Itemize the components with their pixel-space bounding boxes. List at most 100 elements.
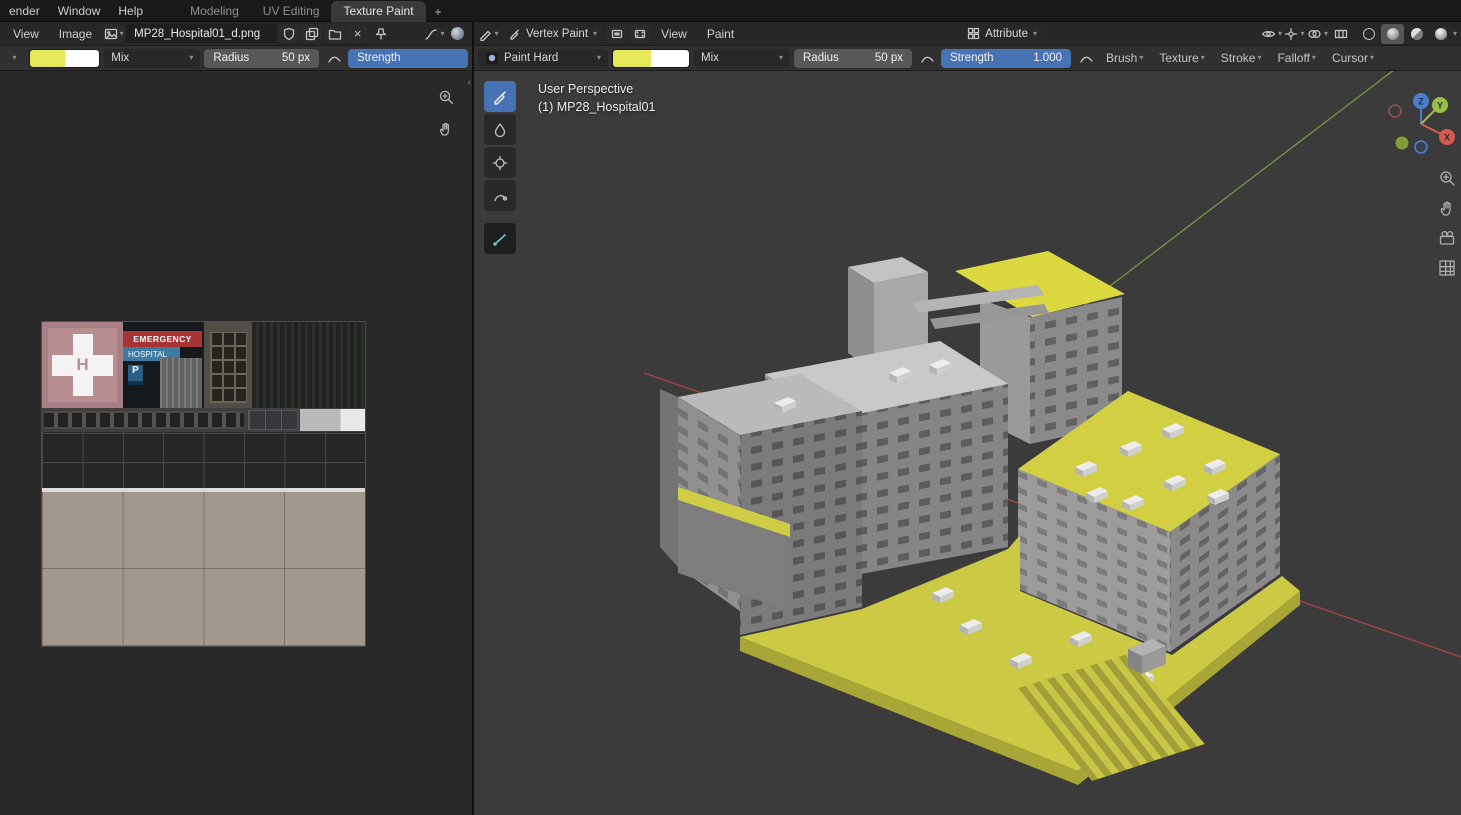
radius-slider[interactable]: Radius 50 px — [204, 49, 319, 68]
shading-solid-button[interactable] — [1381, 24, 1404, 44]
image-canvas[interactable]: H EMERGENCY HOSPITAL P — [0, 71, 472, 815]
secondary-color-swatch[interactable] — [65, 50, 100, 67]
vertex-paint-tool-settings: Paint Hard ▾ Mix▾ Radius 50 px Strength … — [474, 46, 1461, 71]
overlays-dropdown[interactable]: ▾ — [1307, 24, 1328, 43]
tab-modeling[interactable]: Modeling — [178, 1, 251, 22]
image-browse-dropdown[interactable]: ▾ — [103, 24, 124, 43]
image-editor-panel: View Image ▾ MP28_Hospital01_d.png × — [0, 22, 474, 815]
color-swatches[interactable] — [29, 49, 100, 68]
radius-pressure-toggle[interactable] — [323, 49, 344, 68]
visibility-dropdown[interactable]: ▾ — [1261, 24, 1282, 43]
gizmo-z-neg-axis[interactable] — [1415, 141, 1427, 153]
viewport-3d[interactable]: User Perspective (1) MP28_Hospital01 Z Y… — [474, 71, 1461, 815]
menu-help[interactable]: Help — [109, 0, 152, 22]
tool-draw-brush[interactable] — [484, 81, 516, 112]
falloff-curve-icon — [424, 27, 438, 41]
sphere-icon — [451, 27, 464, 40]
menu-paint[interactable]: Paint — [698, 23, 743, 45]
zoom-button[interactable] — [1436, 167, 1458, 189]
emergency-sign-tile: EMERGENCY HOSPITAL P — [123, 322, 202, 408]
ortho-grid-toggle[interactable] — [1436, 257, 1458, 279]
tab-uv-editing[interactable]: UV Editing — [251, 1, 332, 22]
pan-hand-button[interactable] — [1436, 197, 1458, 219]
gizmo-dropdown[interactable]: ▾ — [1284, 24, 1305, 43]
overlays-icon — [1307, 27, 1322, 41]
zoom-icon[interactable] — [436, 87, 456, 107]
primary-color-swatch[interactable] — [30, 50, 65, 67]
blend-mode-dropdown[interactable]: Mix ▾ — [104, 49, 200, 68]
nav-gizmo[interactable]: Z Y X — [1385, 88, 1457, 160]
radius-label: Radius — [213, 52, 249, 64]
popover-falloff[interactable]: Falloff▾ — [1271, 49, 1321, 68]
popover-brush-label: Brush — [1106, 51, 1137, 65]
pin-icon — [374, 27, 388, 41]
falloff-curve-dropdown[interactable]: ▾ — [424, 24, 445, 43]
menu-window[interactable]: Window — [49, 0, 110, 22]
pan-hand-icon[interactable] — [436, 119, 456, 139]
xray-toggle[interactable] — [1330, 24, 1351, 43]
radius-pressure-toggle-3d[interactable] — [916, 49, 937, 68]
gizmo-x-neg-axis[interactable] — [1389, 105, 1401, 117]
attribute-dropdown[interactable]: Attribute ▾ — [960, 24, 1044, 43]
add-workspace-button[interactable]: + — [426, 2, 451, 22]
camera-view-button[interactable] — [1436, 227, 1458, 249]
mode-dropdown[interactable]: Vertex Paint ▾ — [501, 24, 604, 43]
blend-mode-value: Mix — [111, 52, 129, 64]
paint-mask-toggle[interactable] — [606, 24, 627, 43]
brush-dropdown[interactable]: Paint Hard ▾ — [478, 49, 608, 68]
gizmo-y-neg-axis[interactable] — [1396, 137, 1409, 150]
radius-label: Radius — [803, 52, 839, 64]
panel-grid-tile — [42, 432, 365, 492]
radius-value: 50 px — [282, 52, 310, 64]
tool-blur[interactable] — [484, 114, 516, 145]
image-icon — [104, 27, 118, 41]
chevron-down-icon: ▾ — [189, 54, 193, 62]
shading-rendered-button[interactable] — [1429, 24, 1452, 44]
canvas-nav-icons — [436, 87, 456, 139]
view-name-text: User Perspective — [538, 80, 655, 98]
tab-texture-paint[interactable]: Texture Paint — [331, 1, 425, 22]
tool-settings-chevron[interactable]: ▾ — [4, 49, 25, 68]
popover-cursor[interactable]: Cursor▾ — [1326, 49, 1380, 68]
menu-render[interactable]: ender — [0, 0, 49, 22]
region-resize-arrow[interactable]: ‹ — [468, 77, 471, 88]
chevron-down-icon: ▾ — [779, 54, 783, 62]
menu-view-image-editor[interactable]: View — [4, 23, 48, 45]
concrete-tile — [42, 492, 365, 646]
tool-smear[interactable] — [484, 180, 516, 211]
radius-slider-3d[interactable]: Radius 50 px — [794, 49, 912, 68]
popover-texture[interactable]: Texture▾ — [1153, 49, 1210, 68]
secondary-color-swatch[interactable] — [651, 50, 689, 67]
shading-material-button[interactable] — [1405, 24, 1428, 44]
color-swatches-3d[interactable] — [612, 49, 690, 68]
brush-thumbnail-icon — [485, 51, 499, 65]
pin-button[interactable] — [370, 24, 391, 43]
shading-wireframe-button[interactable] — [1357, 24, 1380, 44]
strength-slider[interactable]: Strength — [348, 49, 468, 68]
editor-type-dropdown[interactable]: ▾ — [478, 24, 499, 43]
close-icon: × — [354, 27, 362, 40]
strength-pressure-toggle-3d[interactable] — [1075, 49, 1096, 68]
vertex-mask-icon — [633, 27, 647, 41]
new-image-button[interactable] — [301, 24, 322, 43]
chevron-down-icon[interactable]: ▾ — [1453, 30, 1457, 38]
display-channels-button[interactable] — [447, 24, 468, 43]
open-image-button[interactable] — [324, 24, 345, 43]
menu-view-3d[interactable]: View — [652, 23, 696, 45]
popover-stroke[interactable]: Stroke▾ — [1215, 49, 1268, 68]
rendered-sphere-icon — [1435, 28, 1447, 40]
chevron-down-icon: ▾ — [120, 30, 124, 38]
menu-image[interactable]: Image — [50, 23, 101, 45]
brush-name: Paint Hard — [504, 52, 558, 64]
gizmo-x-label: X — [1444, 133, 1450, 143]
tool-average[interactable] — [484, 147, 516, 178]
popover-brush[interactable]: Brush▾ — [1100, 49, 1149, 68]
strength-slider-3d[interactable]: Strength 1.000 — [941, 49, 1071, 68]
tool-gradient-line[interactable] — [484, 223, 516, 254]
fake-user-button[interactable] — [278, 24, 299, 43]
unlink-image-button[interactable]: × — [347, 24, 368, 43]
primary-color-swatch[interactable] — [613, 50, 651, 67]
blend-mode-dropdown-3d[interactable]: Mix▾ — [694, 49, 790, 68]
image-name-field[interactable]: MP28_Hospital01_d.png — [126, 24, 276, 43]
vertex-mask-toggle[interactable] — [629, 24, 650, 43]
